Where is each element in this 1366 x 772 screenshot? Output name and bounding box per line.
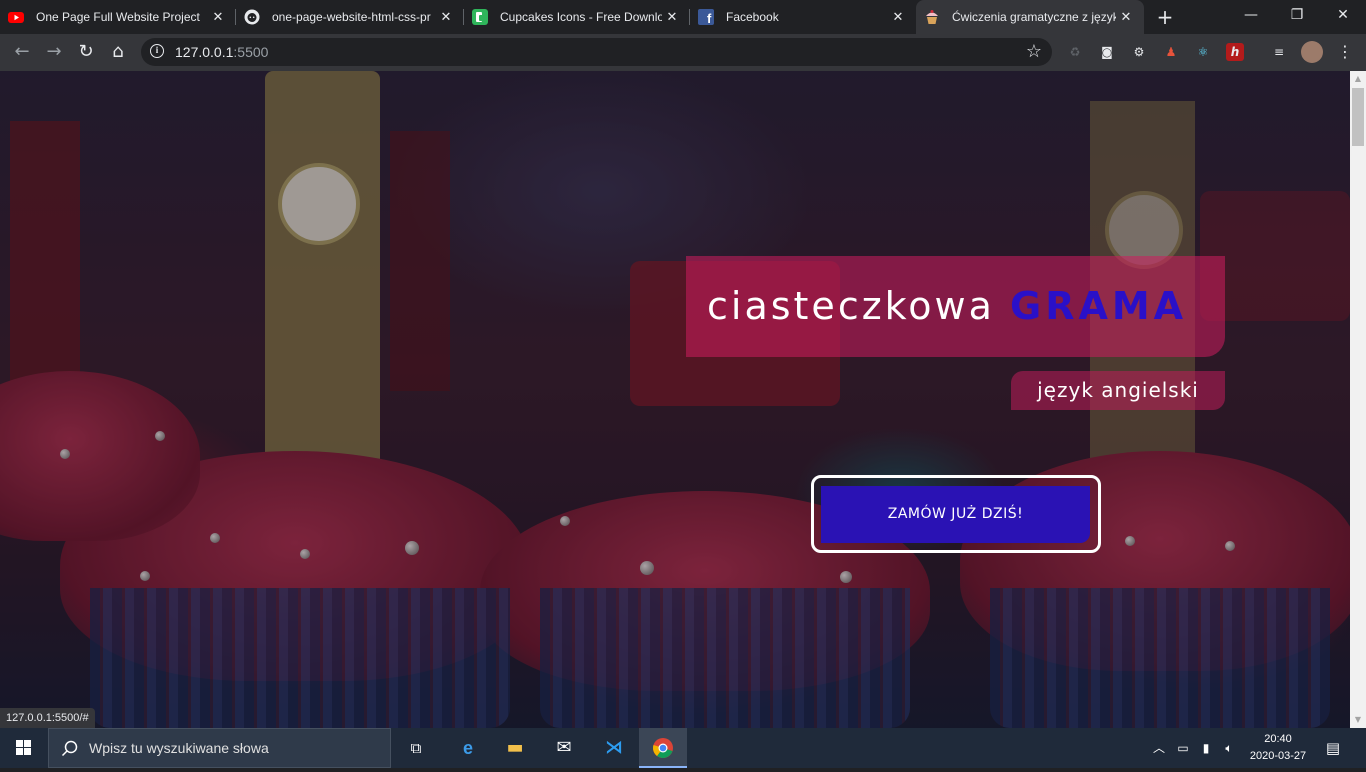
scrollbar-thumb[interactable] [1352,88,1364,146]
network-icon[interactable]: ▮ [1196,728,1216,768]
tab-facebook[interactable]: f Facebook ✕ [690,0,916,34]
volume-icon[interactable]: 🔈︎ [1219,728,1239,768]
tab-title: Ćwiczenia gramatyczne z język [952,10,1116,24]
taskbar-clock[interactable]: 20:40 2020-03-27 [1248,731,1308,765]
search-placeholder: Wpisz tu wyszukiwane słowa [89,740,269,756]
svg-text:f: f [707,11,712,25]
file-explorer-icon[interactable]: ▬ [491,728,539,768]
scroll-up-arrow-icon[interactable]: ▲ [1350,71,1366,87]
tab-strip: One Page Full Website Project ✕ one-page… [0,0,1366,34]
chrome-icon[interactable] [639,728,687,768]
windows-taskbar: Wpisz tu wyszukiwane słowa ⧉ e ▬ ✉ ⋊ ︿ ▭… [0,728,1366,768]
github-icon [244,9,260,25]
facebook-icon: f [698,9,714,26]
address-bar[interactable]: i 127.0.0.1:5500 ☆ [141,38,1052,66]
clock-time: 20:40 [1264,733,1292,745]
taskbar-search[interactable]: Wpisz tu wyszukiwane słowa [48,728,391,768]
extension-avatar-icon[interactable]: ♟ [1162,43,1180,61]
close-icon[interactable]: ✕ [208,9,228,25]
home-button[interactable]: ⌂ [104,38,132,66]
mail-icon[interactable]: ✉ [540,728,588,768]
close-icon[interactable]: ✕ [1116,9,1136,25]
windows-logo-icon [16,740,31,755]
vscode-icon[interactable]: ⋊ [590,728,638,768]
forward-button[interactable]: → [40,38,68,66]
hero-title-main: ciasteczkowa [707,284,1010,328]
cupcake-icon [924,9,940,25]
close-icon[interactable]: ✕ [888,9,908,25]
menu-kebab-icon[interactable]: ⋮ [1336,43,1354,61]
battery-icon[interactable]: ▭ [1173,728,1193,768]
tab-cupcakes-icons[interactable]: Cupcakes Icons - Free Downlo ✕ [464,0,690,34]
camera-icon[interactable]: ◙ [1098,43,1116,61]
tab-github[interactable]: one-page-website-html-css-pr ✕ [236,0,464,34]
clock-date: 2020-03-27 [1249,750,1307,762]
hero-subtitle: język angielski [1011,371,1225,410]
info-icon[interactable]: i [150,44,164,58]
icons-site-icon [472,9,488,25]
close-icon[interactable]: ✕ [436,9,456,25]
tab-title: one-page-website-html-css-pr [272,10,431,24]
notifications-icon[interactable]: ▤ [1318,728,1348,768]
close-window-button[interactable]: ✕ [1320,0,1366,34]
close-icon[interactable]: ✕ [662,9,682,25]
browser-toolbar: ← → ↻ ⌂ i 127.0.0.1:5500 ☆ ♻ ◙ ⚙ ♟ ⚛ h ≡… [0,34,1366,71]
profile-avatar[interactable] [1301,41,1323,63]
hero-title: ciasteczkowa GRAMA [686,256,1225,357]
start-button[interactable] [0,728,48,768]
back-button[interactable]: ← [8,38,36,66]
extension-h-icon[interactable]: h [1226,43,1244,61]
bookmark-star-icon[interactable]: ☆ [1026,41,1042,62]
chevron-up-icon[interactable]: ︿ [1150,728,1168,768]
youtube-icon [8,9,24,25]
extension-recycle-icon[interactable]: ♻ [1066,43,1084,61]
maximize-button[interactable]: ❐ [1274,0,1320,34]
status-url-bubble: 127.0.0.1:5500/# [0,708,95,728]
gear-icon[interactable]: ⚙ [1130,43,1148,61]
page-scrollbar[interactable]: ▲ ▼ [1350,71,1366,728]
media-queue-icon[interactable]: ≡ [1270,43,1288,61]
hero-title-accent: GRAMA [1010,284,1188,328]
order-now-button[interactable]: ZAMÓW JUŻ DZIŚ! [821,486,1090,543]
minimize-button[interactable]: — [1228,0,1274,34]
tab-title: One Page Full Website Project [36,10,200,24]
search-icon [61,740,78,757]
tab-title: Cupcakes Icons - Free Downlo [500,10,662,24]
address-url: 127.0.0.1:5500 [175,44,269,60]
reload-button[interactable]: ↻ [72,38,100,66]
scroll-down-arrow-icon[interactable]: ▼ [1350,712,1366,728]
new-tab-button[interactable]: + [1152,0,1178,34]
task-view-icon[interactable]: ⧉ [392,728,440,768]
tab-title: Facebook [726,10,779,24]
tab-youtube[interactable]: One Page Full Website Project ✕ [0,0,236,34]
tab-cwiczenia[interactable]: Ćwiczenia gramatyczne z język ✕ [916,0,1144,34]
edge-icon[interactable]: e [444,728,492,768]
react-devtools-icon[interactable]: ⚛ [1194,43,1212,61]
